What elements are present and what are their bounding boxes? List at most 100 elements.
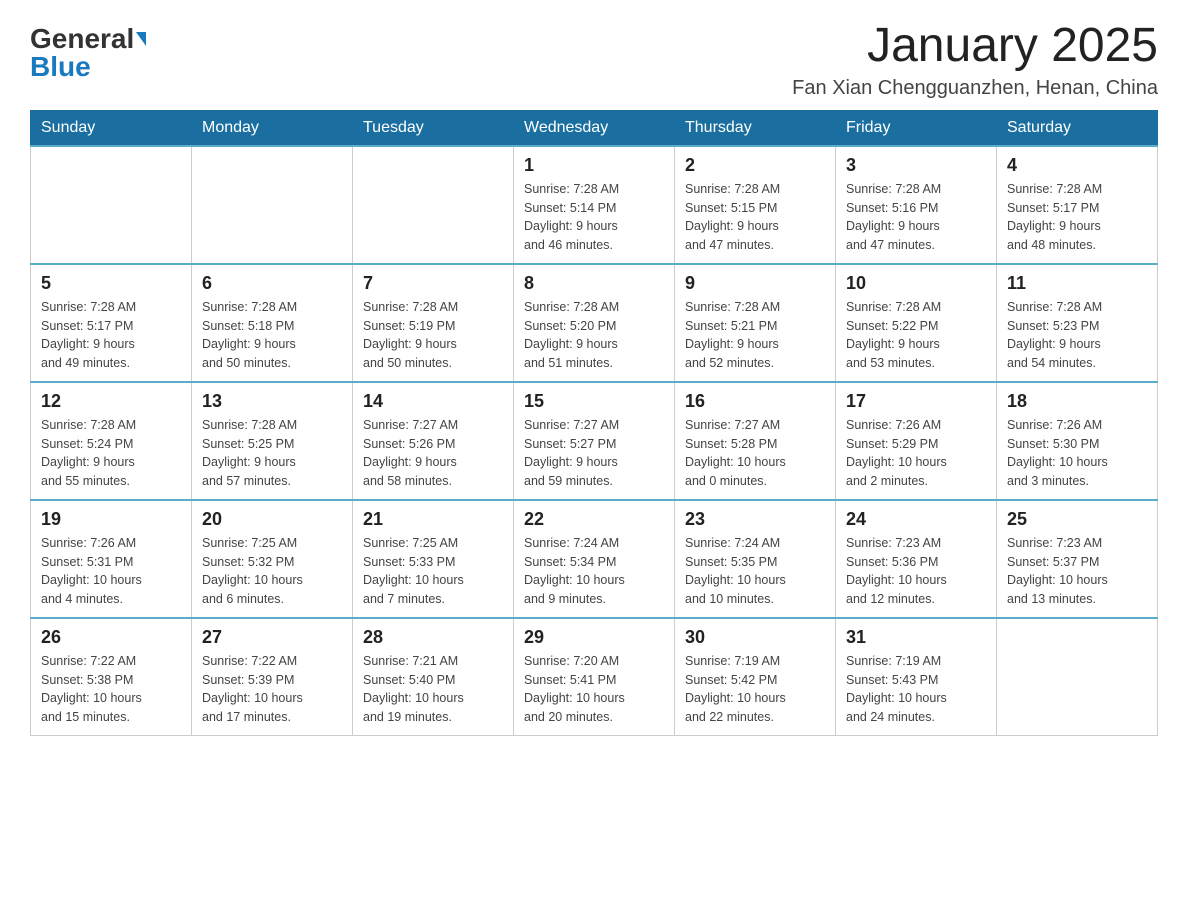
week-row-4: 19Sunrise: 7:26 AMSunset: 5:31 PMDayligh… xyxy=(31,500,1158,618)
calendar-cell: 21Sunrise: 7:25 AMSunset: 5:33 PMDayligh… xyxy=(353,500,514,618)
day-number: 31 xyxy=(846,627,986,648)
day-number: 7 xyxy=(363,273,503,294)
day-number: 17 xyxy=(846,391,986,412)
day-info: Sunrise: 7:28 AMSunset: 5:16 PMDaylight:… xyxy=(846,180,986,255)
day-info: Sunrise: 7:28 AMSunset: 5:20 PMDaylight:… xyxy=(524,298,664,373)
day-info: Sunrise: 7:23 AMSunset: 5:36 PMDaylight:… xyxy=(846,534,986,609)
calendar-cell: 25Sunrise: 7:23 AMSunset: 5:37 PMDayligh… xyxy=(997,500,1158,618)
calendar-cell xyxy=(353,146,514,264)
calendar-cell: 26Sunrise: 7:22 AMSunset: 5:38 PMDayligh… xyxy=(31,618,192,736)
day-number: 12 xyxy=(41,391,181,412)
calendar-cell: 10 Sunrise: 7:28 AMSunset: 5:22 PMDayligh… xyxy=(836,264,997,382)
calendar-cell: 27 Sunrise: 7:22 AMSunset: 5:39 PMDayligh… xyxy=(192,618,353,736)
day-number: 18 xyxy=(1007,391,1147,412)
week-row-5: 26Sunrise: 7:22 AMSunset: 5:38 PMDayligh… xyxy=(31,618,1158,736)
calendar-cell: 5 Sunrise: 7:28 AMSunset: 5:17 PMDaylight… xyxy=(31,264,192,382)
day-number: 13 xyxy=(202,391,342,412)
day-info: Sunrise: 7:20 AMSunset: 5:41 PMDaylight:… xyxy=(524,652,664,727)
day-info: Sunrise: 7:27 AMSunset: 5:28 PMDaylight:… xyxy=(685,416,825,491)
weekday-header-wednesday: Wednesday xyxy=(514,110,675,146)
day-info: Sunrise: 7:24 AMSunset: 5:35 PMDaylight:… xyxy=(685,534,825,609)
calendar-cell: 3 Sunrise: 7:28 AMSunset: 5:16 PMDaylight… xyxy=(836,146,997,264)
day-number: 27 xyxy=(202,627,342,648)
day-info: Sunrise: 7:27 AMSunset: 5:26 PMDaylight:… xyxy=(363,416,503,491)
day-number: 4 xyxy=(1007,155,1147,176)
day-info: Sunrise: 7:22 AMSunset: 5:39 PMDaylight:… xyxy=(202,652,342,727)
day-number: 29 xyxy=(524,627,664,648)
calendar-cell: 7 Sunrise: 7:28 AMSunset: 5:19 PMDaylight… xyxy=(353,264,514,382)
day-number: 28 xyxy=(363,627,503,648)
calendar-cell: 11Sunrise: 7:28 AMSunset: 5:23 PMDayligh… xyxy=(997,264,1158,382)
calendar-cell: 20 Sunrise: 7:25 AMSunset: 5:32 PMDayligh… xyxy=(192,500,353,618)
day-number: 22 xyxy=(524,509,664,530)
day-info: Sunrise: 7:28 AMSunset: 5:19 PMDaylight:… xyxy=(363,298,503,373)
week-row-2: 5 Sunrise: 7:28 AMSunset: 5:17 PMDaylight… xyxy=(31,264,1158,382)
day-number: 2 xyxy=(685,155,825,176)
day-info: Sunrise: 7:26 AMSunset: 5:29 PMDaylight:… xyxy=(846,416,986,491)
day-number: 25 xyxy=(1007,509,1147,530)
logo-general-text: General xyxy=(30,25,134,53)
day-number: 16 xyxy=(685,391,825,412)
day-number: 21 xyxy=(363,509,503,530)
day-info: Sunrise: 7:27 AMSunset: 5:27 PMDaylight:… xyxy=(524,416,664,491)
calendar-cell: 13 Sunrise: 7:28 AMSunset: 5:25 PMDayligh… xyxy=(192,382,353,500)
day-info: Sunrise: 7:28 AMSunset: 5:17 PMDaylight:… xyxy=(41,298,181,373)
day-info: Sunrise: 7:28 AMSunset: 5:21 PMDaylight:… xyxy=(685,298,825,373)
day-info: Sunrise: 7:28 AMSunset: 5:18 PMDaylight:… xyxy=(202,298,342,373)
day-number: 24 xyxy=(846,509,986,530)
calendar-cell: 30Sunrise: 7:19 AMSunset: 5:42 PMDayligh… xyxy=(675,618,836,736)
day-number: 5 xyxy=(41,273,181,294)
day-number: 3 xyxy=(846,155,986,176)
day-info: Sunrise: 7:28 AMSunset: 5:14 PMDaylight:… xyxy=(524,180,664,255)
day-info: Sunrise: 7:26 AMSunset: 5:30 PMDaylight:… xyxy=(1007,416,1147,491)
calendar-table: SundayMondayTuesdayWednesdayThursdayFrid… xyxy=(30,110,1158,736)
page-header: General Blue January 2025 Fan Xian Cheng… xyxy=(30,20,1158,100)
calendar-cell: 9 Sunrise: 7:28 AMSunset: 5:21 PMDaylight… xyxy=(675,264,836,382)
day-info: Sunrise: 7:25 AMSunset: 5:32 PMDaylight:… xyxy=(202,534,342,609)
calendar-cell: 28 Sunrise: 7:21 AMSunset: 5:40 PMDayligh… xyxy=(353,618,514,736)
calendar-cell: 12 Sunrise: 7:28 AMSunset: 5:24 PMDayligh… xyxy=(31,382,192,500)
day-number: 9 xyxy=(685,273,825,294)
day-info: Sunrise: 7:26 AMSunset: 5:31 PMDaylight:… xyxy=(41,534,181,609)
logo: General Blue xyxy=(30,20,146,81)
day-number: 8 xyxy=(524,273,664,294)
calendar-cell: 6Sunrise: 7:28 AMSunset: 5:18 PMDaylight… xyxy=(192,264,353,382)
day-number: 14 xyxy=(363,391,503,412)
weekday-header-friday: Friday xyxy=(836,110,997,146)
week-row-1: 1 Sunrise: 7:28 AMSunset: 5:14 PMDaylight… xyxy=(31,146,1158,264)
logo-blue-text: Blue xyxy=(30,53,91,81)
day-number: 20 xyxy=(202,509,342,530)
day-number: 23 xyxy=(685,509,825,530)
day-info: Sunrise: 7:24 AMSunset: 5:34 PMDaylight:… xyxy=(524,534,664,609)
day-info: Sunrise: 7:28 AMSunset: 5:24 PMDaylight:… xyxy=(41,416,181,491)
calendar-cell: 23 Sunrise: 7:24 AMSunset: 5:35 PMDayligh… xyxy=(675,500,836,618)
day-number: 10 xyxy=(846,273,986,294)
day-info: Sunrise: 7:28 AMSunset: 5:22 PMDaylight:… xyxy=(846,298,986,373)
weekday-header-monday: Monday xyxy=(192,110,353,146)
logo-triangle-icon xyxy=(136,32,146,46)
calendar-cell: 22 Sunrise: 7:24 AMSunset: 5:34 PMDayligh… xyxy=(514,500,675,618)
day-info: Sunrise: 7:28 AMSunset: 5:17 PMDaylight:… xyxy=(1007,180,1147,255)
day-number: 11 xyxy=(1007,273,1147,294)
weekday-header-row: SundayMondayTuesdayWednesdayThursdayFrid… xyxy=(31,110,1158,146)
calendar-cell: 2Sunrise: 7:28 AMSunset: 5:15 PMDaylight… xyxy=(675,146,836,264)
calendar-cell: 31Sunrise: 7:19 AMSunset: 5:43 PMDayligh… xyxy=(836,618,997,736)
calendar-title: January 2025 xyxy=(792,20,1158,73)
calendar-cell: 29 Sunrise: 7:20 AMSunset: 5:41 PMDayligh… xyxy=(514,618,675,736)
week-row-3: 12 Sunrise: 7:28 AMSunset: 5:24 PMDayligh… xyxy=(31,382,1158,500)
day-info: Sunrise: 7:21 AMSunset: 5:40 PMDaylight:… xyxy=(363,652,503,727)
title-area: January 2025 Fan Xian Chengguanzhen, Hen… xyxy=(792,20,1158,100)
calendar-cell: 17 Sunrise: 7:26 AMSunset: 5:29 PMDayligh… xyxy=(836,382,997,500)
day-number: 1 xyxy=(524,155,664,176)
calendar-cell: 4 Sunrise: 7:28 AMSunset: 5:17 PMDaylight… xyxy=(997,146,1158,264)
weekday-header-saturday: Saturday xyxy=(997,110,1158,146)
weekday-header-thursday: Thursday xyxy=(675,110,836,146)
day-info: Sunrise: 7:22 AMSunset: 5:38 PMDaylight:… xyxy=(41,652,181,727)
weekday-header-tuesday: Tuesday xyxy=(353,110,514,146)
calendar-cell: 14 Sunrise: 7:27 AMSunset: 5:26 PMDayligh… xyxy=(353,382,514,500)
calendar-cell: 24 Sunrise: 7:23 AMSunset: 5:36 PMDayligh… xyxy=(836,500,997,618)
calendar-cell: 8 Sunrise: 7:28 AMSunset: 5:20 PMDaylight… xyxy=(514,264,675,382)
weekday-header-sunday: Sunday xyxy=(31,110,192,146)
calendar-cell: 15Sunrise: 7:27 AMSunset: 5:27 PMDayligh… xyxy=(514,382,675,500)
day-info: Sunrise: 7:28 AMSunset: 5:25 PMDaylight:… xyxy=(202,416,342,491)
